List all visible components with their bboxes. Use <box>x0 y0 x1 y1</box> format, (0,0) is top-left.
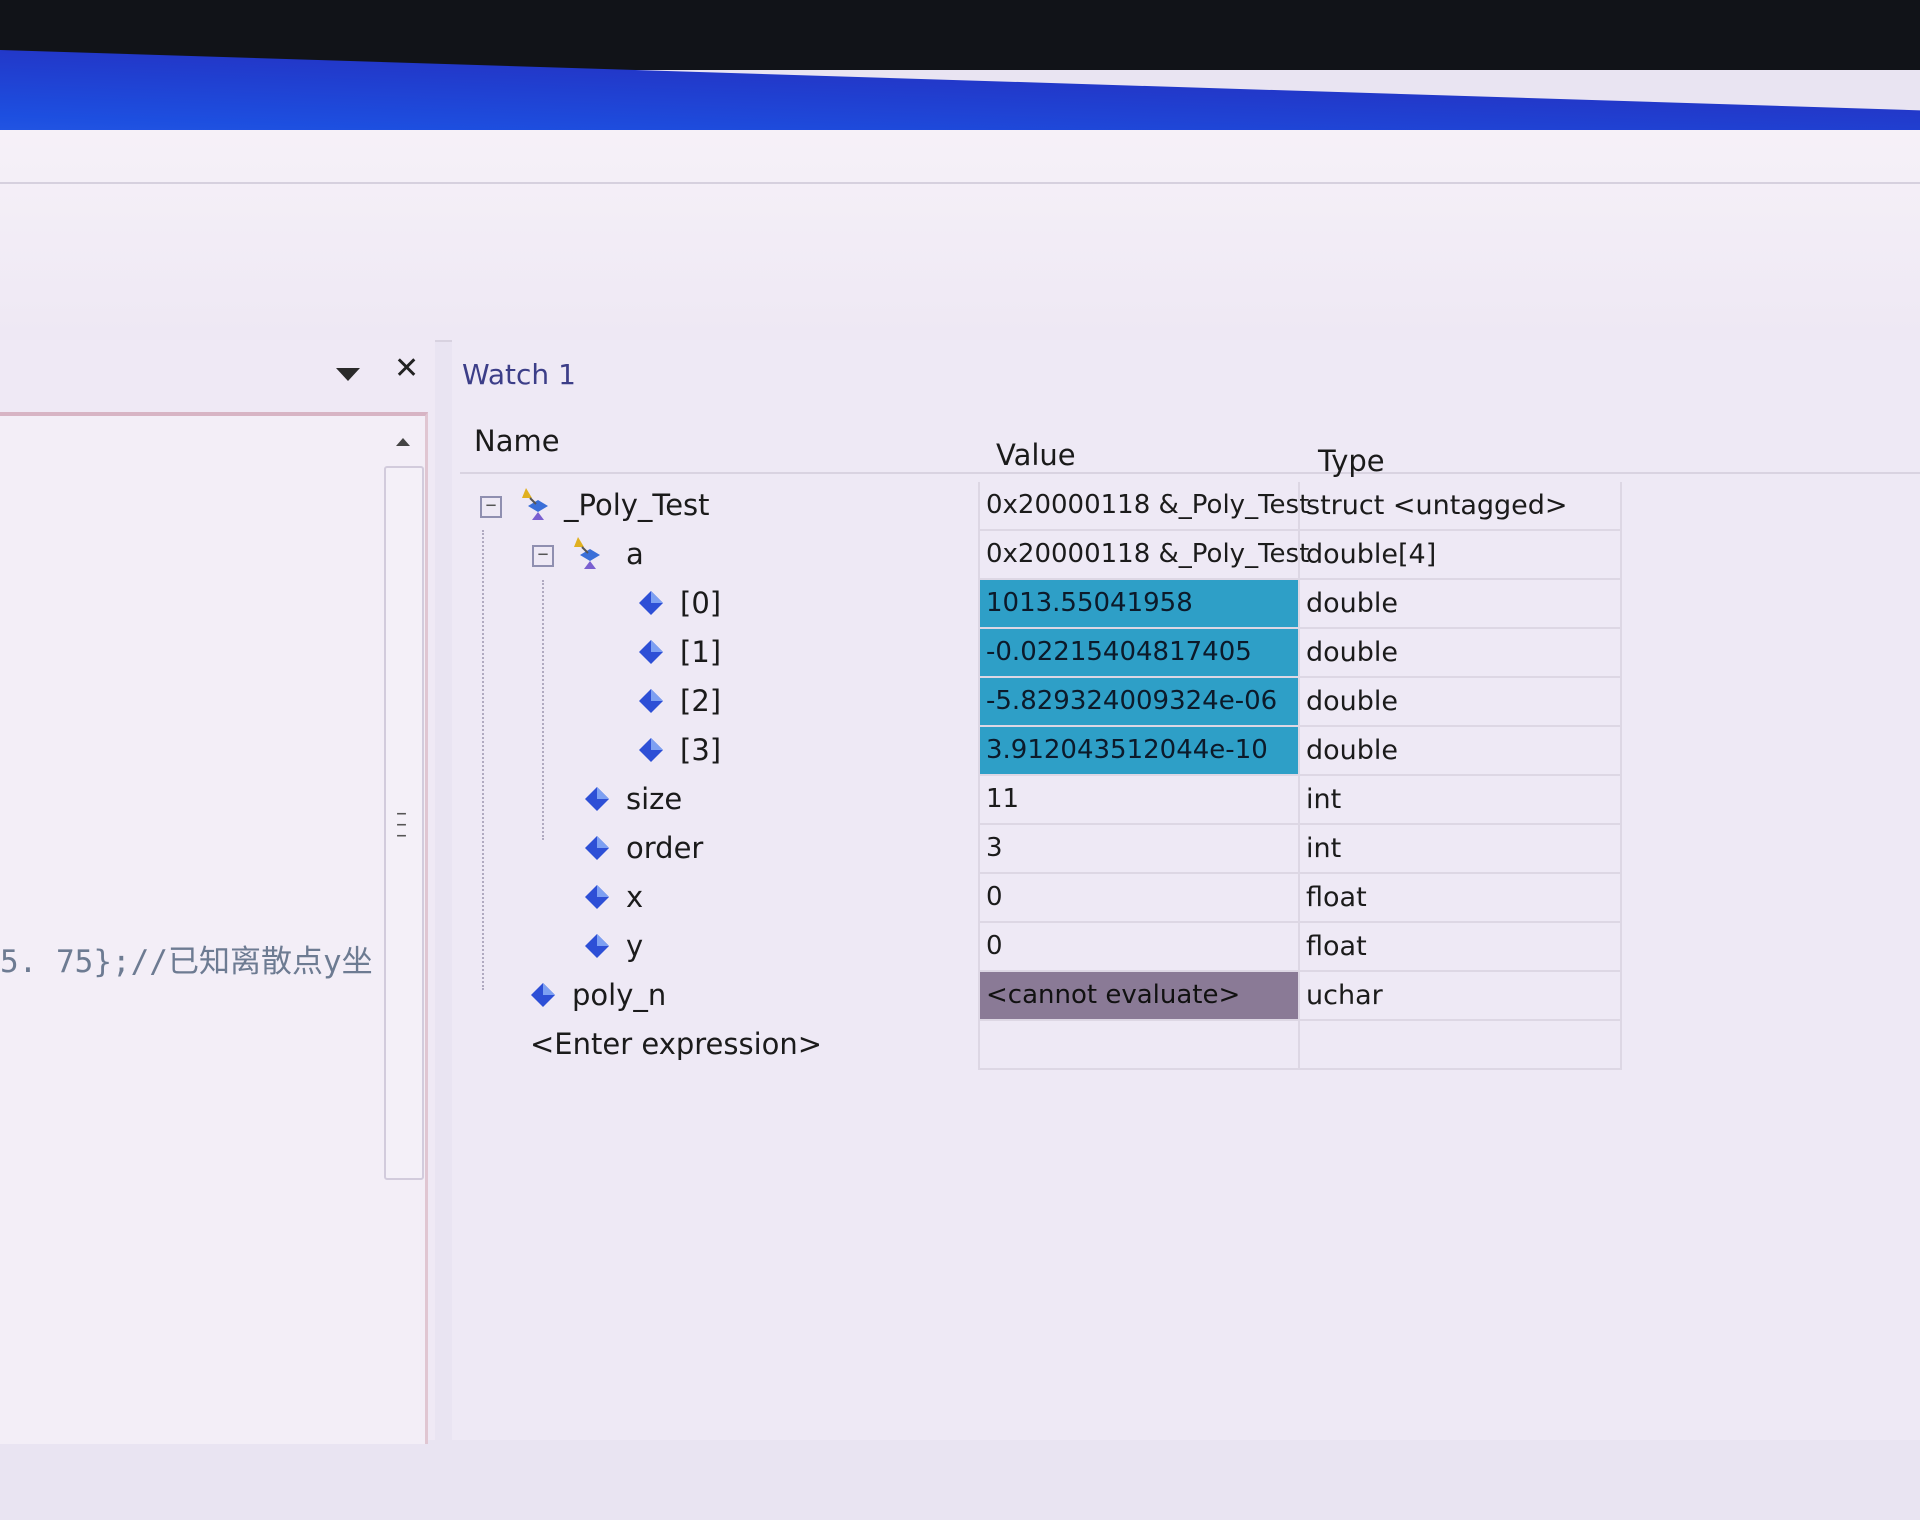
row-type: int <box>1306 833 1342 864</box>
toolbar-area <box>0 130 1920 342</box>
column-header-value[interactable]: Value <box>996 438 1076 472</box>
changed-value-cell[interactable]: 3.912043512044e-10 <box>978 727 1298 776</box>
row-type: struct <untagged> <box>1306 490 1568 521</box>
row-type: float <box>1306 882 1367 913</box>
field-icon <box>639 689 663 713</box>
watch-row-order[interactable]: order 3 int <box>460 825 1912 874</box>
field-icon <box>585 787 609 811</box>
close-icon[interactable]: ✕ <box>394 354 419 384</box>
row-value[interactable]: 1013.55041958 <box>986 588 1193 618</box>
row-name: [1] <box>680 635 722 669</box>
error-value-cell[interactable]: <cannot evaluate> <box>978 972 1298 1021</box>
collapse-icon[interactable]: − <box>532 545 554 567</box>
row-name: [2] <box>680 684 722 718</box>
changed-value-cell[interactable]: -0.02215404817405 <box>978 629 1298 678</box>
row-value[interactable]: -0.02215404817405 <box>986 637 1252 667</box>
row-type: float <box>1306 931 1367 962</box>
row-type: double[4] <box>1306 539 1437 570</box>
row-value[interactable]: <cannot evaluate> <box>986 980 1240 1010</box>
row-name: order <box>626 831 704 865</box>
struct-icon <box>574 537 600 569</box>
watch-tab-title[interactable]: Watch 1 <box>462 358 576 391</box>
row-name: a <box>626 537 644 571</box>
code-editor[interactable]: 5. 75};//已知离散点y坐 <box>0 412 428 1444</box>
field-icon <box>639 738 663 762</box>
watch-row-y[interactable]: y 0 float <box>460 923 1912 972</box>
struct-icon <box>522 488 548 520</box>
column-header-type[interactable]: Type <box>1318 444 1385 478</box>
enter-expression-input[interactable]: <Enter expression> <box>530 1027 822 1061</box>
row-value[interactable]: -5.829324009324e-06 <box>986 686 1277 716</box>
collapse-icon[interactable]: − <box>480 496 502 518</box>
row-type: uchar <box>1306 980 1383 1011</box>
watch-row-x[interactable]: x 0 float <box>460 874 1912 923</box>
watch-row-a-0[interactable]: [0] 1013.55041958 double <box>460 580 1912 629</box>
watch-column-headers: Name Value Type <box>460 410 1920 478</box>
row-value[interactable]: 11 <box>986 784 1019 814</box>
code-line: 5. 75};//已知离散点y坐 <box>0 944 373 980</box>
watch-row-poly-test[interactable]: − _Poly_Test 0x20000118 &_Poly_Test stru… <box>460 482 1912 531</box>
changed-value-cell[interactable]: 1013.55041958 <box>978 580 1298 629</box>
row-name: y <box>626 929 644 963</box>
watch-row-size[interactable]: size 11 int <box>460 776 1912 825</box>
row-name: [0] <box>680 586 722 620</box>
watch-row-a-2[interactable]: [2] -5.829324009324e-06 double <box>460 678 1912 727</box>
row-name: _Poly_Test <box>564 488 710 522</box>
row-type: double <box>1306 735 1399 766</box>
row-name: [3] <box>680 733 722 767</box>
dropdown-arrow-icon[interactable] <box>336 368 360 381</box>
field-icon <box>585 836 609 860</box>
watch-window: Watch 1 Name Value Type − _Poly_Test 0x2… <box>452 340 1920 1440</box>
row-type: int <box>1306 784 1342 815</box>
field-icon <box>531 983 555 1007</box>
row-value[interactable]: 0x20000118 &_Poly_Test <box>986 539 1309 569</box>
row-type: double <box>1306 588 1399 619</box>
watch-row-a-3[interactable]: [3] 3.912043512044e-10 double <box>460 727 1912 776</box>
field-icon <box>585 885 609 909</box>
row-type: double <box>1306 686 1399 717</box>
field-icon <box>639 640 663 664</box>
row-name: size <box>626 782 683 816</box>
watch-row-enter-expression[interactable]: <Enter expression> <box>460 1021 1912 1070</box>
changed-value-cell[interactable]: -5.829324009324e-06 <box>978 678 1298 727</box>
field-icon <box>639 591 663 615</box>
watch-row-poly-n[interactable]: poly_n <cannot evaluate> uchar <box>460 972 1912 1021</box>
scroll-grip-icon[interactable]: – – – <box>396 803 407 847</box>
editor-scrollbar[interactable]: – – – <box>384 420 424 1520</box>
editor-pane: ✕ 5. 75};//已知离散点y坐 – – – <box>0 340 435 1444</box>
row-value[interactable]: 3.912043512044e-10 <box>986 735 1268 765</box>
row-name: x <box>626 880 644 914</box>
row-name: poly_n <box>572 978 667 1012</box>
row-type: double <box>1306 637 1399 668</box>
row-value[interactable]: 0 <box>986 882 1003 912</box>
scroll-up-icon[interactable] <box>396 438 410 446</box>
row-value[interactable]: 3 <box>986 833 1003 863</box>
row-value[interactable]: 0 <box>986 931 1003 961</box>
watch-row-a[interactable]: − a 0x20000118 &_Poly_Test double[4] <box>460 531 1912 580</box>
row-value[interactable]: 0x20000118 &_Poly_Test <box>986 490 1309 520</box>
field-icon <box>585 934 609 958</box>
pane-header: ✕ <box>0 340 435 410</box>
watch-row-a-1[interactable]: [1] -0.02215404817405 double <box>460 629 1912 678</box>
column-header-name[interactable]: Name <box>474 424 560 458</box>
scrollbar-track[interactable]: – – – <box>384 466 424 1180</box>
